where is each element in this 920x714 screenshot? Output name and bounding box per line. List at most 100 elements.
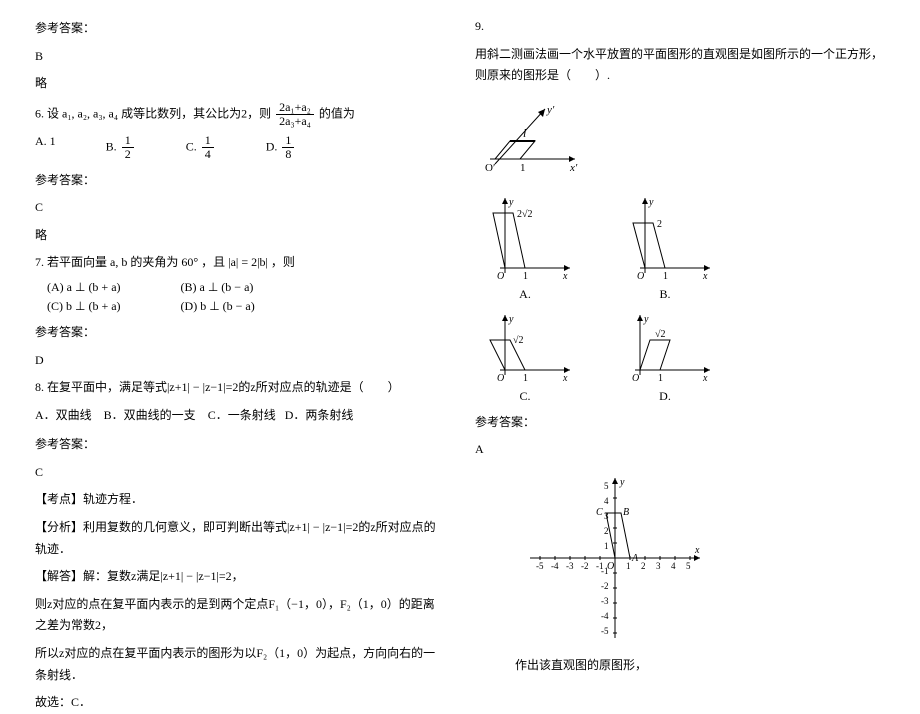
yprime-label: y′ xyxy=(546,104,555,116)
q6-b-frac: 1 2 xyxy=(122,134,134,161)
q6-num: 2a₁+a₂ xyxy=(276,101,314,115)
q7-d: ，则 xyxy=(271,255,295,269)
q7-opt-a: (A) a ⊥ (b + a) xyxy=(47,280,121,295)
q6-stem: 6. 设 a₁, a₂, a₃, a₄ 成等比数列，其公比为2，则 2a₁+a₂… xyxy=(35,101,445,128)
option-b-cell: O 1 x y 2 B. xyxy=(615,193,715,302)
q6-options: A. 1 B. 1 2 C. 1 4 D. 1 8 xyxy=(35,134,445,161)
q5-answer: B xyxy=(35,46,445,68)
opt-d-label: D. xyxy=(659,389,671,404)
q6-text-c: 的值为 xyxy=(319,106,355,120)
svg-text:O: O xyxy=(497,373,504,384)
l-label: l xyxy=(523,126,527,140)
q6-b-num: 1 xyxy=(122,134,134,148)
svg-text:x: x xyxy=(694,545,700,556)
q8-jd-label: 【解答】 xyxy=(35,569,83,583)
q6-comment: 略 xyxy=(35,225,445,247)
q7-opt-d: (D) b ⊥ (b − a) xyxy=(181,299,255,314)
c-val: √2 xyxy=(513,335,524,346)
a-val: 2√2 xyxy=(517,209,533,220)
q6-d-den: 8 xyxy=(282,148,294,161)
d-val: √2 xyxy=(655,329,666,340)
svg-text:-2: -2 xyxy=(581,561,589,571)
svg-text:-5: -5 xyxy=(601,626,609,636)
svg-text:5: 5 xyxy=(686,561,691,571)
q8-answer-label: 参考答案： xyxy=(35,434,445,456)
option-d-cell: O 1 x y √2 D. xyxy=(615,310,715,404)
option-c-graph-icon: O 1 x y √2 xyxy=(475,310,575,385)
q6-answer-label: 参考答案： xyxy=(35,170,445,192)
q7-opt-c: (C) b ⊥ (b + a) xyxy=(47,299,121,314)
svg-text:3: 3 xyxy=(656,561,661,571)
svg-text:1: 1 xyxy=(604,541,609,551)
right-column: 9. 用斜二测画法画一个水平放置的平面图形的直观图是如图所示的一个正方形，则原来… xyxy=(460,10,900,641)
q8-kd-text: 轨迹方程． xyxy=(83,492,143,506)
c-one: 1 xyxy=(523,373,528,384)
q8-answer: C xyxy=(35,462,445,484)
q6-opt-d: D. 1 8 xyxy=(266,134,297,161)
q6-c-label: C. xyxy=(186,140,197,154)
option-a-cell: O 1 x y 2√2 A. xyxy=(475,193,575,302)
q7-vec: a, b xyxy=(110,255,127,269)
oblique-square-icon: O′ 1 x′ y′ l xyxy=(475,99,585,179)
q8-fx-label: 【分析】 xyxy=(35,520,83,534)
q8-jd3: 所以z对应的点在复平面内表示的图形为以F₂（1，0）为起点，方向向右的一条射线． xyxy=(35,643,445,686)
q8-c: C．一条射线 xyxy=(208,408,276,422)
oprime-label: O′ xyxy=(485,162,495,174)
q7-opt-b: (B) a ⊥ (b − a) xyxy=(181,280,254,295)
svg-text:5: 5 xyxy=(604,481,609,491)
svg-text:-4: -4 xyxy=(601,611,609,621)
svg-text:y: y xyxy=(648,197,654,208)
q8-d: D．两条射线 xyxy=(285,408,354,422)
option-a-graph-icon: O 1 x y 2√2 xyxy=(475,193,575,283)
options-row-1: O 1 x y 2√2 A. O 1 x y 2 B. xyxy=(475,193,885,302)
q8-stem: 8. 在复平面中，满足等式|z+1| − |z−1|=2的z所对应点的轨迹是（ … xyxy=(35,377,445,399)
svg-text:2: 2 xyxy=(641,561,646,571)
q8-options: A．双曲线 B．双曲线的一支 C．一条射线 D．两条射线 xyxy=(35,405,445,427)
q7-a: 7. 若平面向量 xyxy=(35,255,107,269)
options-row-2: O 1 x y √2 C. O 1 x y √2 D. xyxy=(475,310,885,404)
svg-text:-5: -5 xyxy=(536,561,544,571)
pt-b: B xyxy=(623,507,629,518)
q6-d-label: D. xyxy=(266,140,278,154)
d-one: 1 xyxy=(658,373,663,384)
svg-text:-3: -3 xyxy=(601,596,609,606)
q9-answer-label: 参考答案： xyxy=(475,412,885,434)
q6-c-num: 1 xyxy=(202,134,214,148)
q7-cond: |a| = 2|b| xyxy=(228,255,268,269)
q8-a: A．双曲线 xyxy=(35,408,92,422)
q9-label: 9. xyxy=(475,16,885,38)
svg-text:-2: -2 xyxy=(601,581,609,591)
q6-d-num: 1 xyxy=(282,134,294,148)
svg-text:x: x xyxy=(562,373,568,384)
b-val: 2 xyxy=(657,219,662,230)
svg-text:x: x xyxy=(562,271,568,282)
pt-o: O xyxy=(607,561,614,572)
q9-main-figure: O′ 1 x′ y′ l xyxy=(475,99,585,179)
svg-text:O: O xyxy=(637,271,644,282)
svg-text:2: 2 xyxy=(604,526,609,536)
option-b-graph-icon: O 1 x y 2 xyxy=(615,193,715,283)
q7-answer-label: 参考答案： xyxy=(35,322,445,344)
q8-jd-row: 【解答】解：复数z满足|z+1| − |z−1|=2， xyxy=(35,566,445,588)
svg-text:x: x xyxy=(702,373,708,384)
q7-c: ，且 xyxy=(201,255,225,269)
q6-text-b: 成等比数列，其公比为2，则 xyxy=(121,106,271,120)
q7-stem: 7. 若平面向量 a, b 的夹角为 60° ，且 |a| = 2|b| ，则 xyxy=(35,252,445,274)
option-c-cell: O 1 x y √2 C. xyxy=(475,310,575,404)
svg-text:4: 4 xyxy=(671,561,676,571)
q8-b: B．双曲线的一支 xyxy=(104,408,196,422)
svg-text:x: x xyxy=(702,271,708,282)
q9-caption: 作出该直观图的原图形， xyxy=(515,655,885,677)
q8-jd1: 解：复数z满足|z+1| − |z−1|=2， xyxy=(83,569,244,583)
opt-b-label: B. xyxy=(659,287,670,302)
xprime-label: x′ xyxy=(569,162,578,174)
q6-opt-c: C. 1 4 xyxy=(186,134,216,161)
svg-text:O: O xyxy=(632,373,639,384)
svg-text:y: y xyxy=(508,197,514,208)
q6-b-label: B. xyxy=(106,140,117,154)
option-d-graph-icon: O 1 x y √2 xyxy=(615,310,715,385)
q9-coord-plot: -5-4-3-2-1 12345 12345 -1-2-3-4-5 A B C … xyxy=(525,473,705,643)
q6-opt-a: A. 1 xyxy=(35,134,56,161)
svg-text:1: 1 xyxy=(626,561,631,571)
q8-jd4: 故选：C． xyxy=(35,692,445,714)
